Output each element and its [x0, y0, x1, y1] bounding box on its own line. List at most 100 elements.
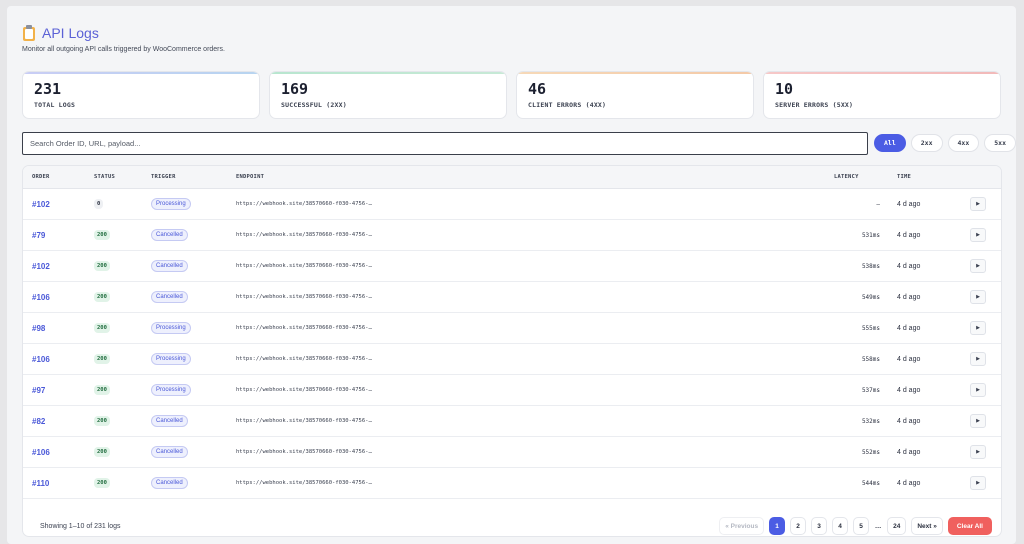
column-header-endpoint[interactable]: ENDPOINT: [236, 174, 264, 180]
order-link[interactable]: #106: [32, 448, 50, 457]
stat-label: SERVER ERRORS (5XX): [775, 101, 854, 109]
latency-value: 537ms: [861, 386, 880, 394]
column-header-latency[interactable]: LATENCY: [834, 174, 859, 180]
table-row[interactable]: #102 0 Processing https://webhook.site/3857…: [23, 189, 1001, 220]
replay-play-icon[interactable]: ▶: [970, 259, 986, 273]
order-link[interactable]: #106: [32, 355, 50, 364]
page-5-button[interactable]: 5: [853, 517, 870, 535]
endpoint-url: https://webhook.site/38570660-f030-4756-…: [236, 294, 372, 300]
clipboard-icon: [22, 25, 36, 41]
status-badge: 200: [94, 478, 110, 488]
stats-row: 231 TOTAL LOGS 169 SUCCESSFUL (2XX) 46 C…: [22, 71, 1001, 119]
order-link[interactable]: #97: [32, 386, 45, 395]
trigger-badge: Cancelled: [151, 260, 188, 272]
order-link[interactable]: #98: [32, 324, 45, 333]
replay-play-icon[interactable]: ▶: [970, 476, 986, 490]
time-value: 4 d ago: [897, 479, 921, 487]
trigger-badge: Processing: [151, 322, 191, 334]
filter-4xx-button[interactable]: 4xx: [947, 134, 980, 152]
column-header-order[interactable]: ORDER: [32, 174, 50, 180]
order-link[interactable]: #102: [32, 262, 50, 271]
trigger-badge: Cancelled: [151, 446, 188, 458]
latency-value: 538ms: [861, 262, 880, 270]
status-badge: 200: [94, 385, 110, 395]
stat-label: TOTAL LOGS: [34, 101, 76, 109]
page-1-button[interactable]: 1: [769, 517, 786, 535]
filter-all-button[interactable]: All: [874, 134, 906, 152]
latency-value: 531ms: [861, 231, 880, 239]
latency-value: 555ms: [861, 324, 880, 332]
time-value: 4 d ago: [897, 293, 921, 301]
time-value: 4 d ago: [897, 355, 921, 363]
latency-value: 549ms: [861, 293, 880, 301]
time-value: 4 d ago: [897, 417, 921, 425]
status-badge: 200: [94, 261, 110, 271]
trigger-badge: Processing: [151, 198, 191, 210]
page-24-button[interactable]: 24: [887, 517, 907, 535]
status-badge: 200: [94, 230, 110, 240]
order-link[interactable]: #79: [32, 231, 45, 240]
column-header-status[interactable]: STATUS: [94, 174, 115, 180]
order-link[interactable]: #102: [32, 200, 50, 209]
table-row[interactable]: #98 200 Processing https://webhook.site/385…: [23, 313, 1001, 344]
table-row[interactable]: #79 200 Cancelled https://webhook.site/3857…: [23, 220, 1001, 251]
time-value: 4 d ago: [897, 324, 921, 332]
filter-5xx-button[interactable]: 5xx: [984, 134, 1016, 152]
replay-play-icon[interactable]: ▶: [970, 414, 986, 428]
previous-page-button[interactable]: « Previous: [719, 517, 765, 535]
replay-play-icon[interactable]: ▶: [970, 228, 986, 242]
table-row[interactable]: #106 200 Cancelled https://webhook.site/385…: [23, 437, 1001, 468]
pagination-ellipsis: …: [874, 522, 882, 530]
endpoint-url: https://webhook.site/38570660-f030-4756-…: [236, 449, 372, 455]
clear-all-button[interactable]: Clear All: [947, 517, 992, 535]
endpoint-url: https://webhook.site/38570660-f030-4756-…: [236, 387, 372, 393]
order-link[interactable]: #82: [32, 417, 45, 426]
latency-value: 552ms: [861, 448, 880, 456]
endpoint-url: https://webhook.site/38570660-f030-4756-…: [236, 356, 372, 362]
stat-label: SUCCESSFUL (2XX): [281, 101, 347, 109]
replay-play-icon[interactable]: ▶: [970, 445, 986, 459]
replay-play-icon[interactable]: ▶: [970, 321, 986, 335]
trigger-badge: Processing: [151, 353, 191, 365]
table-row[interactable]: #82 200 Cancelled https://webhook.site/3857…: [23, 406, 1001, 437]
page-3-button[interactable]: 3: [811, 517, 828, 535]
table-row[interactable]: #106 200 Cancelled https://webhook.site/385…: [23, 282, 1001, 313]
endpoint-url: https://webhook.site/38570660-f030-4756-…: [236, 232, 372, 238]
replay-play-icon[interactable]: ▶: [970, 383, 986, 397]
table-row[interactable]: #106 200 Processing https://webhook.site/38…: [23, 344, 1001, 375]
pagination: « Previous 1 2 3 4 5 … 24 Next » Clear A…: [719, 517, 992, 535]
stat-card-client-errors: 46 CLIENT ERRORS (4XX): [516, 71, 754, 119]
replay-play-icon[interactable]: ▶: [970, 352, 986, 366]
trigger-badge: Processing: [151, 384, 191, 396]
replay-play-icon[interactable]: ▶: [970, 290, 986, 304]
column-header-time[interactable]: TIME: [897, 174, 911, 180]
page-4-button[interactable]: 4: [832, 517, 849, 535]
stat-value: 46: [528, 80, 547, 98]
replay-play-icon[interactable]: ▶: [970, 197, 986, 211]
page-subtitle: Monitor all outgoing API calls triggered…: [22, 46, 225, 53]
status-badge: 200: [94, 323, 110, 333]
endpoint-url: https://webhook.site/38570660-f030-4756-…: [236, 480, 372, 486]
page-2-button[interactable]: 2: [790, 517, 807, 535]
api-logs-page: API Logs Monitor all outgoing API calls …: [7, 6, 1016, 544]
time-value: 4 d ago: [897, 386, 921, 394]
table-row[interactable]: #110 200 Cancelled https://webhook.site/385…: [23, 468, 1001, 499]
stat-value: 231: [34, 80, 62, 98]
status-badge: 200: [94, 292, 110, 302]
stat-card-server-errors: 10 SERVER ERRORS (5XX): [763, 71, 1001, 119]
trigger-badge: Cancelled: [151, 415, 188, 427]
trigger-badge: Cancelled: [151, 291, 188, 303]
next-page-button[interactable]: Next »: [911, 517, 943, 535]
time-value: 4 d ago: [897, 231, 921, 239]
order-link[interactable]: #110: [32, 479, 49, 488]
latency-value: 532ms: [861, 417, 880, 425]
order-link[interactable]: #106: [32, 293, 50, 302]
table-row[interactable]: #97 200 Processing https://webhook.site/385…: [23, 375, 1001, 406]
stat-card-successful: 169 SUCCESSFUL (2XX): [269, 71, 507, 119]
column-header-trigger[interactable]: TRIGGER: [151, 174, 176, 180]
filter-2xx-button[interactable]: 2xx: [910, 134, 943, 152]
table-row[interactable]: #102 200 Cancelled https://webhook.site/385…: [23, 251, 1001, 282]
search-input[interactable]: [22, 132, 868, 155]
stat-value: 169: [281, 80, 309, 98]
status-filter-group: All 2xx 4xx 5xx: [874, 134, 1016, 152]
